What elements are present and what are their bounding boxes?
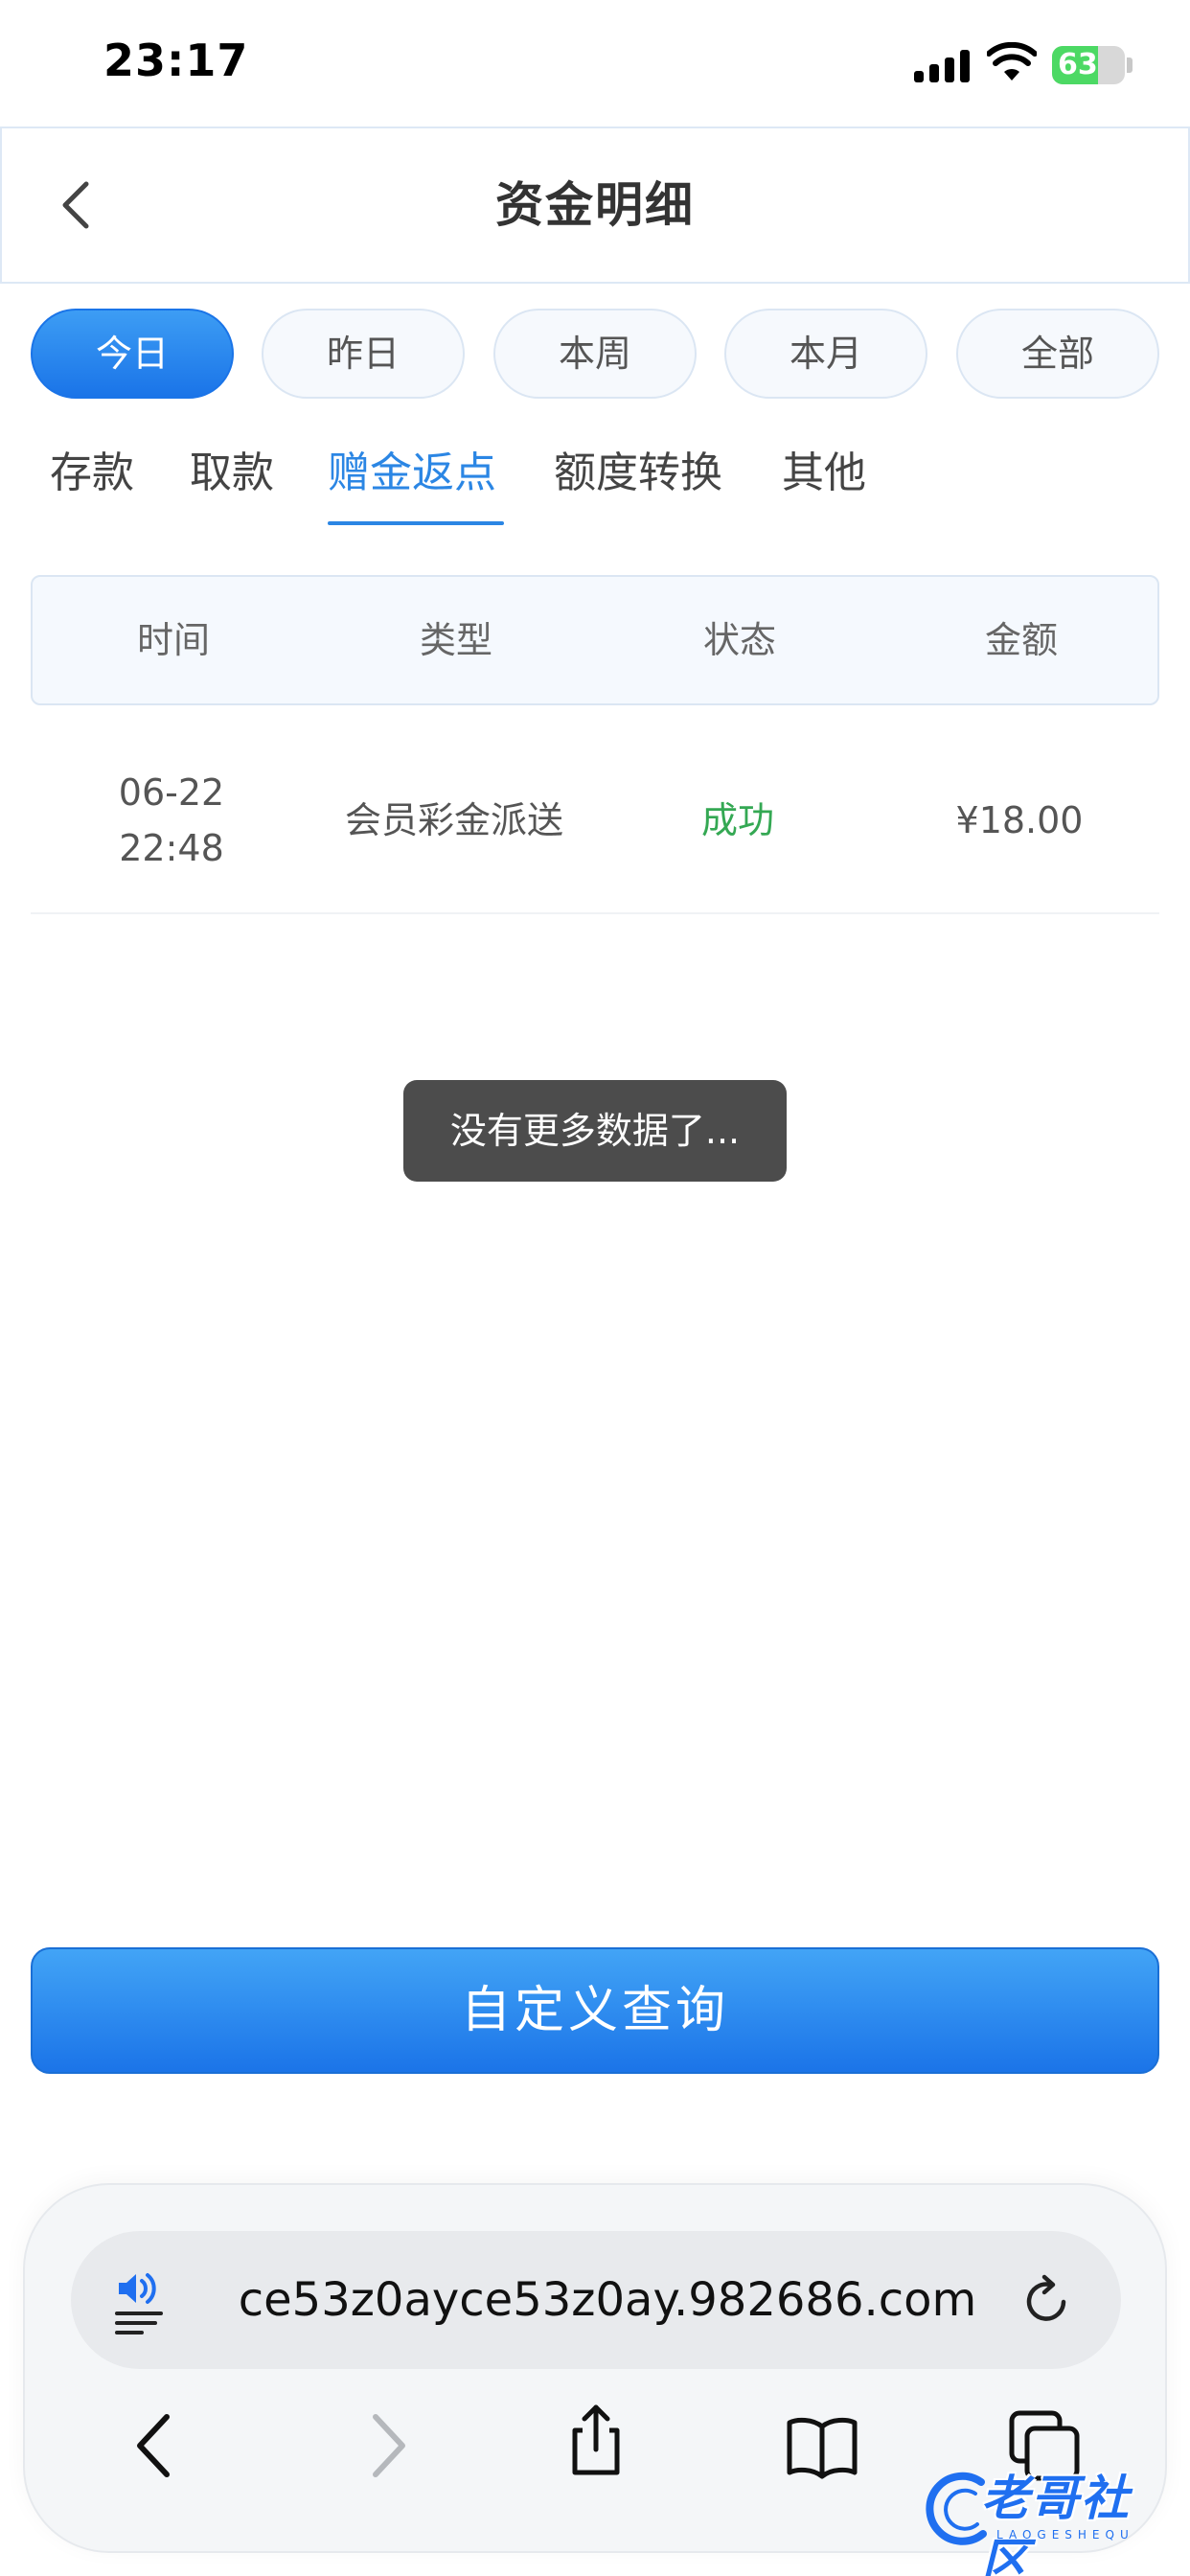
browser-forward-icon[interactable]: [347, 2407, 423, 2484]
table-row: 06-22 22:48 会员彩金派送 成功 ¥18.00: [31, 736, 1159, 914]
battery-level: 63: [1058, 48, 1098, 81]
filter-this-week[interactable]: 本周: [493, 309, 697, 399]
battery-icon: 63: [1052, 46, 1125, 84]
watermark-text: 老哥社区: [981, 2471, 1131, 2576]
column-header-type: 类型: [419, 619, 492, 661]
status-bar: 23:17 63: [0, 0, 1190, 126]
no-more-data-toast: 没有更多数据了...: [403, 1080, 787, 1182]
address-bar[interactable]: ce53z0ayce53z0ay.982686.com: [71, 2231, 1121, 2369]
row-time: 22:48: [119, 827, 224, 869]
table-header: 时间 类型 状态 金额: [31, 575, 1159, 705]
tab-transfer[interactable]: 额度转换: [554, 437, 722, 510]
tab-deposit[interactable]: 存款: [50, 437, 134, 510]
status-time: 23:17: [103, 34, 249, 86]
battery-tip: [1127, 58, 1133, 73]
bookmarks-icon[interactable]: [784, 2407, 860, 2484]
filter-all[interactable]: 全部: [956, 309, 1159, 399]
tab-bonus-rebate[interactable]: 赠金返点: [328, 437, 496, 510]
row-status: 成功: [700, 799, 774, 841]
wifi-icon: [987, 42, 1037, 80]
reload-icon[interactable]: [1021, 2273, 1075, 2327]
row-amount: ¥18.00: [955, 799, 1084, 841]
row-time-cell: 06-22 22:48: [31, 765, 312, 876]
cellular-signal-icon: [914, 50, 970, 82]
row-type: 会员彩金派送: [344, 799, 563, 841]
active-tab-indicator: [328, 521, 504, 525]
custom-query-button[interactable]: 自定义查询: [31, 1947, 1159, 2074]
filter-this-month[interactable]: 本月: [724, 309, 927, 399]
period-filter-bar: 今日 昨日 本周 本月 全部: [31, 309, 1159, 399]
row-date: 06-22: [118, 771, 225, 814]
watermark-logo: 老哥社区 LAOGESHEQU: [924, 2467, 1173, 2576]
tab-other[interactable]: 其他: [782, 437, 866, 510]
category-tabs: 存款 取款 赠金返点 额度转换 其他: [0, 437, 1190, 533]
column-header-amount: 金额: [984, 619, 1058, 661]
column-header-status: 状态: [702, 619, 776, 661]
url-text[interactable]: ce53z0ayce53z0ay.982686.com: [205, 2231, 1010, 2369]
tab-withdraw[interactable]: 取款: [190, 437, 274, 510]
filter-yesterday[interactable]: 昨日: [262, 309, 465, 399]
page-title: 资金明细: [495, 177, 695, 233]
page-menu-speaker-icon[interactable]: [113, 2269, 171, 2336]
share-icon[interactable]: [558, 2402, 634, 2478]
page-header: 资金明细: [0, 126, 1190, 284]
back-button[interactable]: [50, 176, 107, 234]
column-header-time: 时间: [136, 619, 210, 661]
filter-today[interactable]: 今日: [31, 309, 234, 399]
watermark-subtext: LAOGESHEQU: [996, 2528, 1134, 2542]
browser-back-icon[interactable]: [119, 2407, 195, 2484]
